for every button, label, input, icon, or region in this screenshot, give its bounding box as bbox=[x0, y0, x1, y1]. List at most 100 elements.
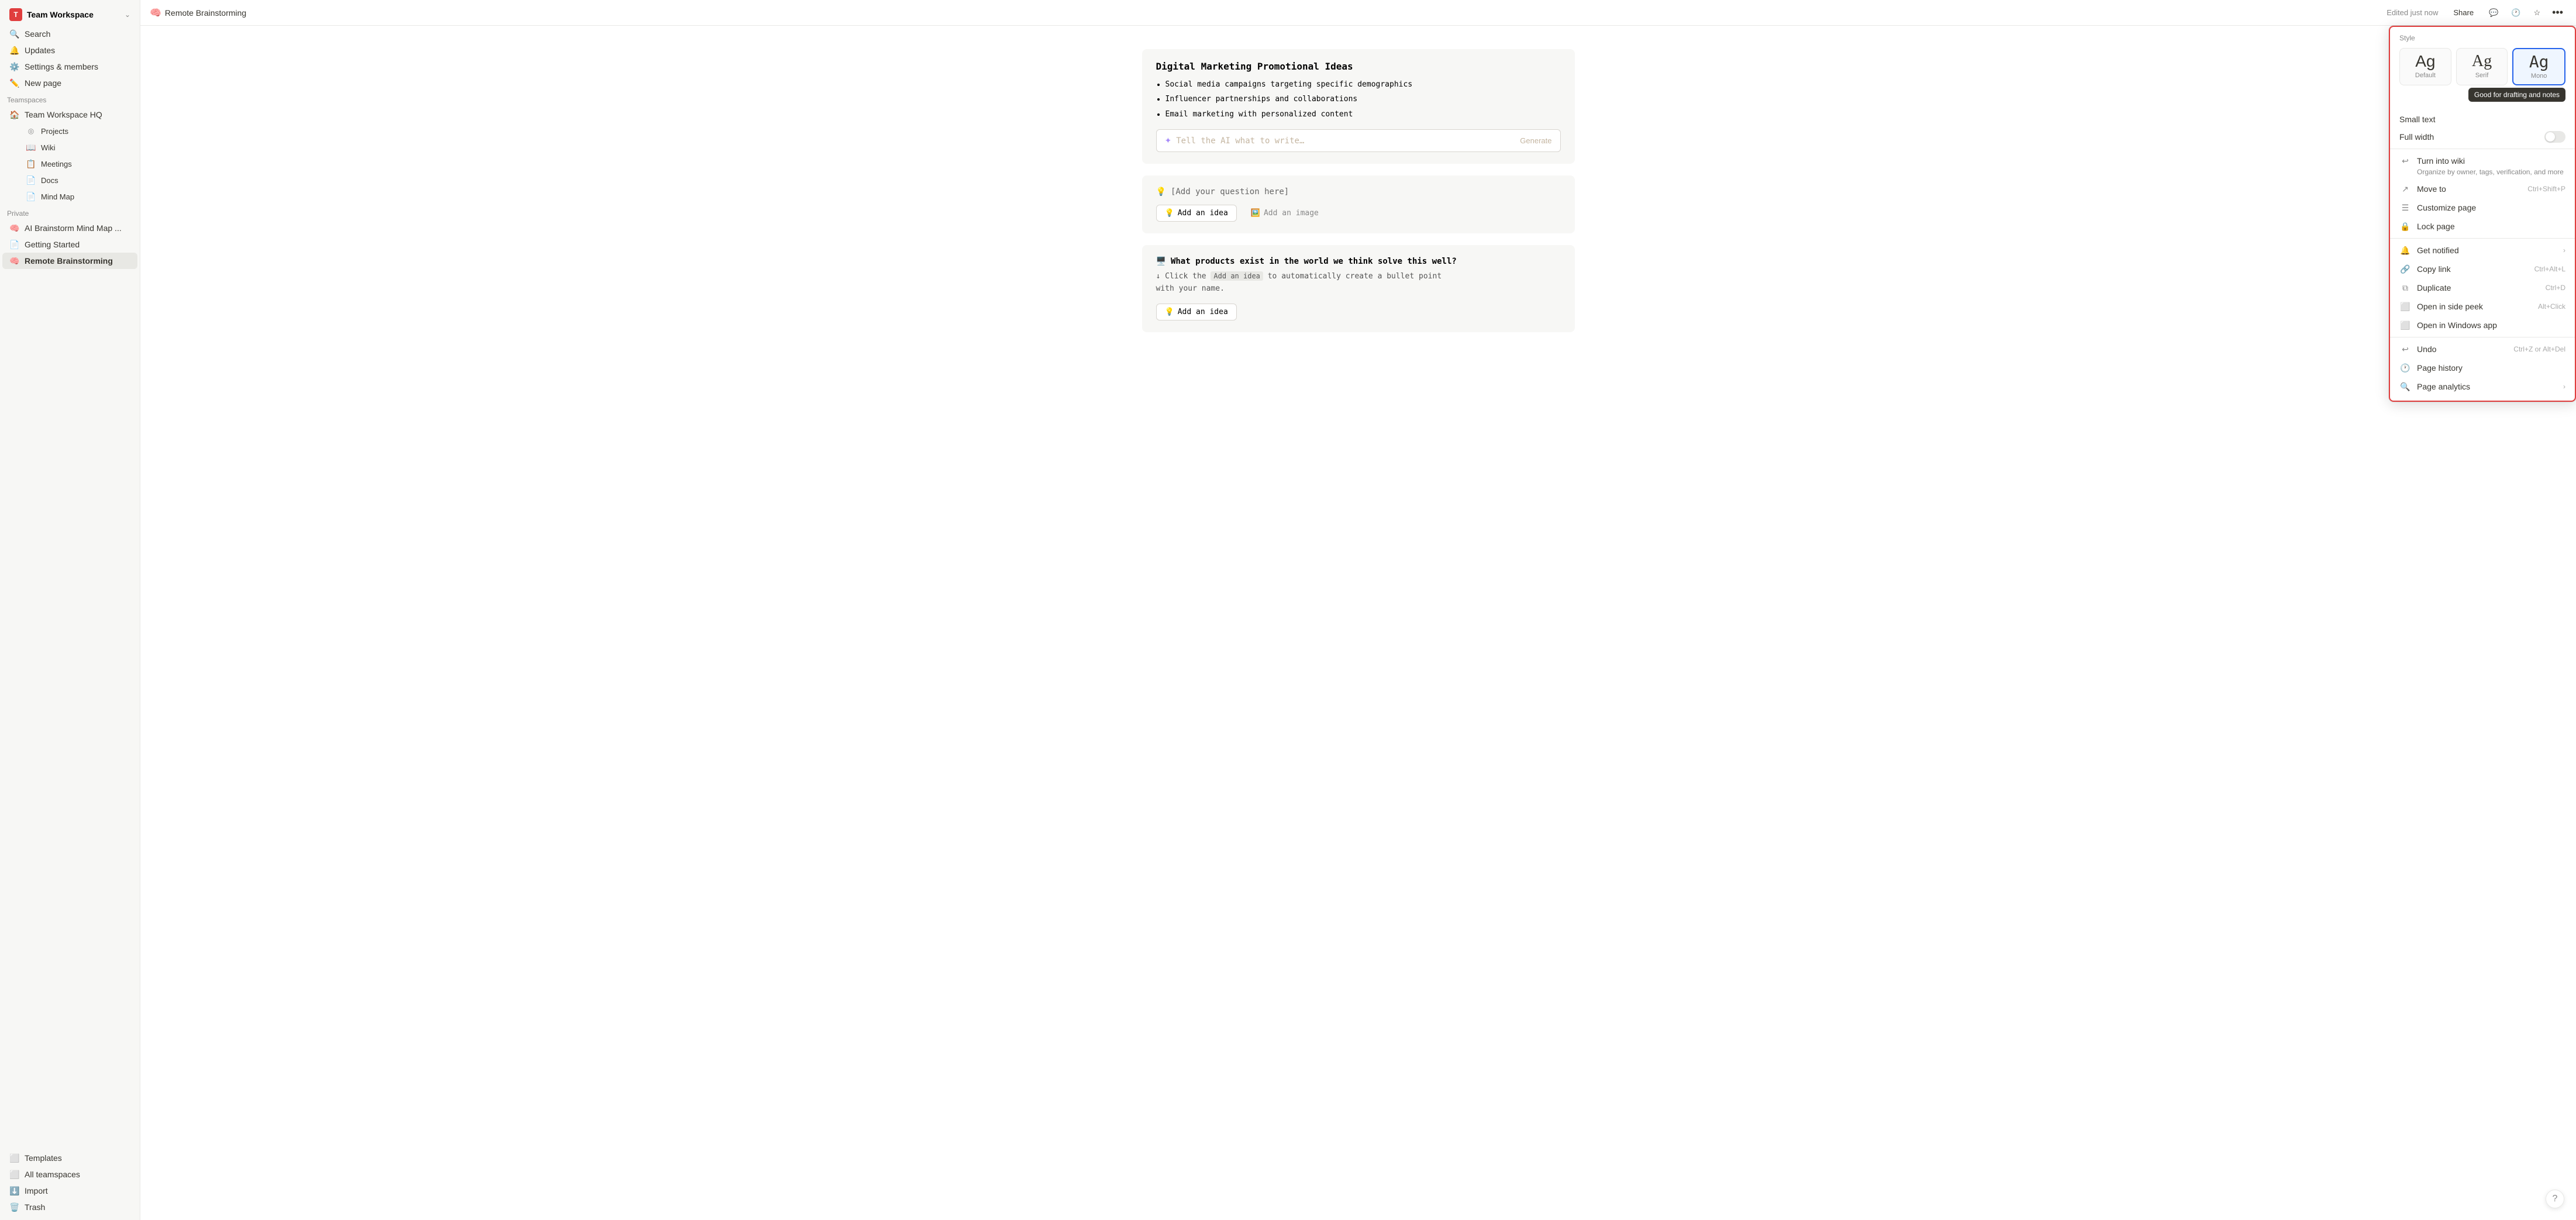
full-width-toggle[interactable] bbox=[2544, 131, 2565, 143]
more-options-button[interactable]: ••• bbox=[2549, 4, 2567, 21]
wiki-turn-icon: ↩ bbox=[2399, 155, 2411, 167]
private-label: Private bbox=[0, 205, 140, 220]
style-mono-ag: Ag bbox=[2529, 54, 2549, 70]
question-icon: 💡 bbox=[1156, 187, 1166, 197]
star-icon: ☆ bbox=[2533, 8, 2540, 18]
breadcrumb: 🧠 Remote Brainstorming bbox=[150, 7, 246, 19]
marketing-title: Digital Marketing Promotional Ideas bbox=[1156, 61, 1561, 72]
ai-input-area[interactable]: ✦ Tell the AI what to write… Generate bbox=[1156, 129, 1561, 152]
style-mono[interactable]: Ag Mono bbox=[2512, 48, 2565, 85]
sidebar-item-trash-label: Trash bbox=[25, 1202, 45, 1212]
clock-icon: 🕐 bbox=[2511, 8, 2520, 18]
products-desc-prefix: ↓ Click the bbox=[1156, 272, 1206, 281]
dropdown-panel: Style Ag Default Ag Serif Ag Mono Good f… bbox=[2389, 26, 2576, 402]
menu-item-duplicate[interactable]: ⧉ Duplicate Ctrl+D bbox=[2390, 278, 2575, 297]
sidebar-item-projects[interactable]: ◎ Projects bbox=[19, 123, 137, 139]
style-serif[interactable]: Ag Serif bbox=[2456, 48, 2508, 85]
sidebar-item-meetings-label: Meetings bbox=[41, 160, 72, 168]
sidebar-item-import-label: Import bbox=[25, 1186, 48, 1195]
copy-link-label: Copy link bbox=[2417, 264, 2529, 274]
sidebar-item-search[interactable]: 🔍 Search bbox=[2, 26, 137, 42]
mind-map-icon: 📄 bbox=[26, 191, 36, 202]
teamspace-sub-items: ◎ Projects 📖 Wiki 📋 Meetings 📄 Docs 📄 Mi… bbox=[0, 123, 140, 205]
page-history-icon: 🕐 bbox=[2399, 362, 2411, 374]
side-peek-label: Open in side peek bbox=[2417, 302, 2532, 311]
getting-started-icon: 📄 bbox=[9, 239, 20, 250]
comment-button[interactable]: 💬 bbox=[2484, 6, 2503, 20]
style-options: Ag Default Ag Serif Ag Mono bbox=[2399, 48, 2565, 85]
move-to-label: Move to bbox=[2417, 184, 2522, 194]
sidebar-item-all-teamspaces-label: All teamspaces bbox=[25, 1170, 80, 1179]
workspace-header[interactable]: T Team Workspace ⌄ bbox=[2, 5, 137, 25]
team-hq-icon: 🏠 bbox=[9, 109, 20, 120]
style-default-ag: Ag bbox=[2415, 53, 2435, 70]
question-header: 💡 [Add your question here] bbox=[1156, 187, 1561, 197]
sidebar-item-updates[interactable]: 🔔 Updates bbox=[2, 42, 137, 58]
add-idea-button-2[interactable]: 💡 Add an idea bbox=[1156, 304, 1237, 320]
sidebar-item-templates[interactable]: ⬜ Templates bbox=[2, 1150, 137, 1166]
sidebar-item-search-label: Search bbox=[25, 29, 50, 39]
menu-item-page-analytics[interactable]: 🔍 Page analytics › bbox=[2390, 377, 2575, 396]
sidebar-item-new-page-label: New page bbox=[25, 78, 61, 88]
sidebar-item-remote-brainstorming[interactable]: 🧠 Remote Brainstorming bbox=[2, 253, 137, 269]
sidebar-item-new-page[interactable]: ✏️ New page bbox=[2, 75, 137, 91]
share-button[interactable]: Share bbox=[2446, 6, 2481, 19]
workspace-icon: T bbox=[9, 8, 22, 21]
small-text-row: Small text bbox=[2390, 111, 2575, 127]
sidebar-item-settings-label: Settings & members bbox=[25, 62, 98, 71]
search-icon: 🔍 bbox=[9, 29, 20, 39]
new-page-icon: ✏️ bbox=[9, 78, 20, 88]
menu-item-page-history[interactable]: 🕐 Page history bbox=[2390, 359, 2575, 377]
products-icon: 🖥️ bbox=[1156, 257, 1166, 266]
sidebar-item-ai-brainstorm[interactable]: 🧠 AI Brainstorm Mind Map ... bbox=[2, 220, 137, 236]
help-button[interactable]: ? bbox=[2546, 1190, 2564, 1208]
menu-item-copy-link[interactable]: 🔗 Copy link Ctrl+Alt+L bbox=[2390, 260, 2575, 278]
sidebar-item-remote-brainstorming-label: Remote Brainstorming bbox=[25, 256, 113, 266]
sidebar-item-team-hq[interactable]: 🏠 Team Workspace HQ bbox=[2, 106, 137, 123]
add-idea-button-1[interactable]: 💡 Add an idea bbox=[1156, 205, 1237, 222]
duplicate-label: Duplicate bbox=[2417, 283, 2540, 292]
sidebar-item-team-hq-label: Team Workspace HQ bbox=[25, 110, 102, 119]
edited-status: Edited just now bbox=[2387, 8, 2438, 17]
lock-icon: 🔒 bbox=[2399, 220, 2411, 232]
windows-label: Open in Windows app bbox=[2417, 320, 2565, 330]
sidebar-item-docs[interactable]: 📄 Docs bbox=[19, 172, 137, 188]
wiki-desc-text: Organize by owner, tags, verification, a… bbox=[2417, 168, 2565, 176]
add-idea-icon-1: 💡 bbox=[1165, 209, 1174, 218]
sidebar-item-import[interactable]: ⬇️ Import bbox=[2, 1183, 137, 1199]
menu-item-get-notified[interactable]: 🔔 Get notified › bbox=[2390, 241, 2575, 260]
topbar-actions: Edited just now Share 💬 🕐 ☆ ••• bbox=[2387, 4, 2567, 21]
add-idea-inline-code: Add an idea bbox=[1211, 271, 1263, 281]
menu-item-lock-page[interactable]: 🔒 Lock page bbox=[2390, 217, 2575, 236]
sidebar-item-trash[interactable]: 🗑️ Trash bbox=[2, 1199, 137, 1215]
add-image-button[interactable]: 🖼️ Add an image bbox=[1251, 205, 1319, 221]
sidebar-item-wiki[interactable]: 📖 Wiki bbox=[19, 139, 137, 156]
menu-item-turn-into-wiki[interactable]: ↩ Turn into wiki Organize by owner, tags… bbox=[2390, 151, 2575, 180]
sidebar-item-mind-map[interactable]: 📄 Mind Map bbox=[19, 188, 137, 205]
toggle-thumb bbox=[2546, 132, 2555, 142]
style-default[interactable]: Ag Default bbox=[2399, 48, 2451, 85]
ai-generate-button[interactable]: Generate bbox=[1520, 136, 1551, 145]
sidebar-item-all-teamspaces[interactable]: ⬜ All teamspaces bbox=[2, 1166, 137, 1183]
history-button[interactable]: 🕐 bbox=[2506, 6, 2525, 20]
sidebar-item-settings[interactable]: ⚙️ Settings & members bbox=[2, 58, 137, 75]
add-idea-label-1: Add an idea bbox=[1178, 209, 1228, 218]
projects-icon: ◎ bbox=[26, 126, 36, 136]
notified-icon: 🔔 bbox=[2399, 244, 2411, 256]
menu-item-open-side-peek[interactable]: ⬜ Open in side peek Alt+Click bbox=[2390, 297, 2575, 316]
menu-item-undo[interactable]: ↩ Undo Ctrl+Z or Alt+Del bbox=[2390, 340, 2575, 359]
favorite-button[interactable]: ☆ bbox=[2529, 6, 2545, 20]
import-icon: ⬇️ bbox=[9, 1185, 20, 1196]
move-to-icon: ↗ bbox=[2399, 183, 2411, 195]
menu-item-open-windows[interactable]: ⬜ Open in Windows app bbox=[2390, 316, 2575, 335]
menu-item-move-to[interactable]: ↗ Move to Ctrl+Shift+P bbox=[2390, 180, 2575, 198]
small-text-label: Small text bbox=[2399, 115, 2565, 124]
page-icon: 🧠 bbox=[150, 7, 161, 19]
sidebar-item-getting-started[interactable]: 📄 Getting Started bbox=[2, 236, 137, 253]
menu-item-customize-page[interactable]: ☰ Customize page bbox=[2390, 198, 2575, 217]
duplicate-icon: ⧉ bbox=[2399, 282, 2411, 294]
trash-icon: 🗑️ bbox=[9, 1202, 20, 1212]
sidebar-item-meetings[interactable]: 📋 Meetings bbox=[19, 156, 137, 172]
page-content: Digital Marketing Promotional Ideas Soci… bbox=[1095, 26, 1622, 1220]
page-history-label: Page history bbox=[2417, 363, 2565, 373]
